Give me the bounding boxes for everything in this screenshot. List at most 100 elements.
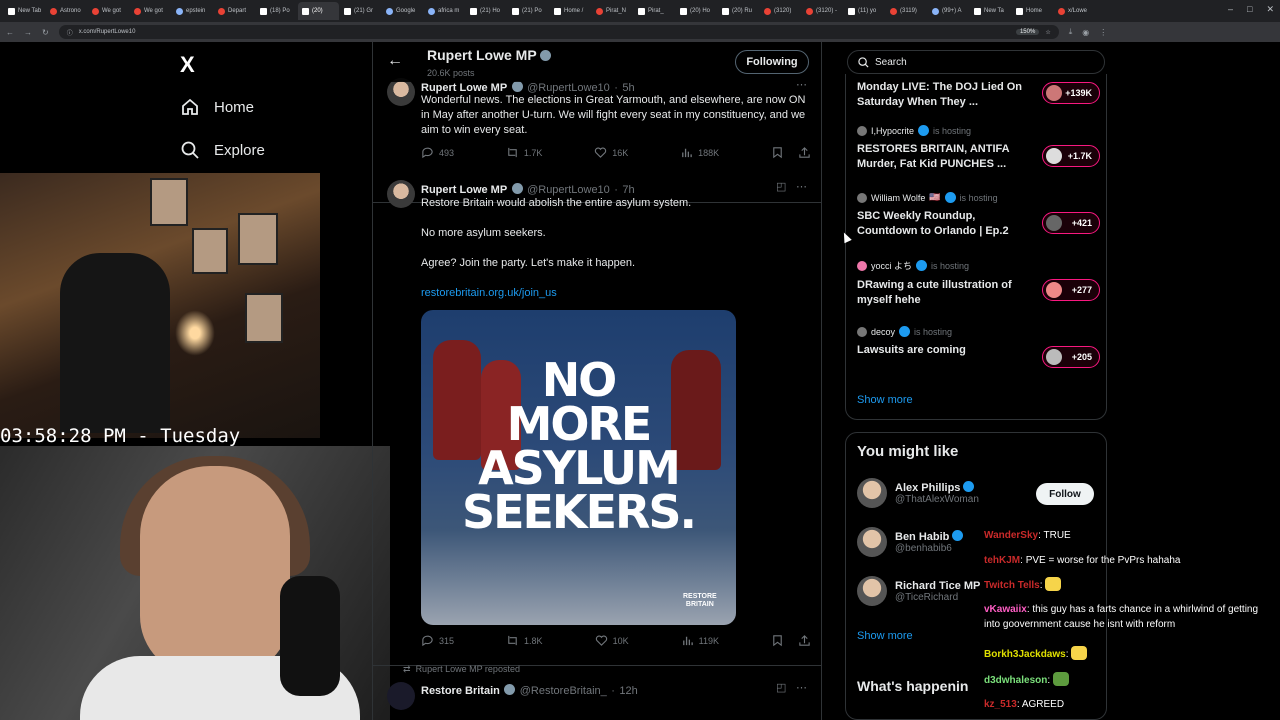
browser-tab[interactable]: (3120): [760, 2, 801, 20]
nav-home[interactable]: Home: [180, 97, 254, 117]
browser-tab[interactable]: x/Lowe: [1054, 2, 1095, 20]
browser-tab[interactable]: New Ta: [970, 2, 1011, 20]
x-logo[interactable]: X: [180, 52, 195, 78]
site-info-icon[interactable]: ⓘ: [67, 28, 73, 37]
zoom-indicator[interactable]: 150%: [1015, 29, 1040, 35]
browser-tab[interactable]: epstein: [172, 2, 213, 20]
grok-icon[interactable]: ◰: [776, 681, 786, 694]
browser-tab[interactable]: (20): [298, 2, 339, 20]
browser-tab[interactable]: Pirat_: [634, 2, 675, 20]
profile-icon[interactable]: ◉: [1082, 28, 1089, 37]
downloads-icon[interactable]: ⤓: [1069, 27, 1073, 37]
avatar[interactable]: [857, 527, 887, 557]
menu-icon[interactable]: ⋮: [1099, 28, 1107, 37]
avatar[interactable]: [387, 682, 415, 710]
more-options-icon[interactable]: ⋯: [796, 681, 807, 694]
address-bar[interactable]: ⓘ x.com/RupertLowe10 150% ☆: [58, 25, 1059, 39]
suggested-account[interactable]: Ben Habib @benhabib6: [857, 527, 964, 557]
bookmark-icon[interactable]: [771, 146, 784, 159]
browser-tab[interactable]: Google: [382, 2, 423, 20]
verified-badge-icon: [899, 326, 911, 337]
more-options-icon[interactable]: ⋯: [796, 180, 807, 193]
browser-tab[interactable]: (21) Po: [508, 2, 549, 20]
browser-tab[interactable]: (3119): [886, 2, 927, 20]
browser-tab[interactable]: New Tab: [4, 2, 45, 20]
show-more-link[interactable]: Show more: [857, 630, 913, 642]
tab-favicon-icon: [428, 7, 435, 15]
forward-icon[interactable]: →: [24, 28, 32, 37]
tweet-media-image[interactable]: NO MORE ASYLUM SEEKERS. RESTORE BRITAIN: [421, 310, 736, 625]
space-listeners-pill[interactable]: +139K: [1042, 82, 1100, 104]
browser-tab[interactable]: Pirat_N: [592, 2, 633, 20]
space-listeners-pill[interactable]: +1.7K: [1042, 145, 1100, 167]
suggested-account[interactable]: Alex Phillips @ThatAlexWoman: [857, 478, 979, 508]
chat-message: vKawaiix: this guy has a farts chance in…: [984, 604, 1259, 630]
maximize-icon[interactable]: □: [1247, 4, 1252, 15]
browser-tab[interactable]: We got: [88, 2, 129, 20]
tab-favicon-icon: [890, 7, 897, 15]
back-icon[interactable]: ←: [6, 28, 14, 37]
tab-label: We got: [102, 8, 121, 14]
avatar[interactable]: [387, 180, 415, 208]
following-button[interactable]: Following: [735, 50, 809, 74]
avatar[interactable]: [857, 478, 887, 508]
tab-label: We got: [144, 8, 163, 14]
views-button[interactable]: 119K: [681, 634, 719, 647]
share-icon[interactable]: [798, 146, 811, 159]
browser-tab[interactable]: Home /: [550, 2, 591, 20]
browser-tab[interactable]: (99+) A: [928, 2, 969, 20]
search-input[interactable]: Search: [847, 50, 1105, 74]
follow-button[interactable]: Follow: [1036, 483, 1094, 505]
space-listeners-pill[interactable]: +277: [1042, 279, 1100, 301]
nav-explore[interactable]: Explore: [180, 140, 265, 160]
reload-icon[interactable]: ↻: [42, 28, 49, 37]
space-listeners-pill[interactable]: +205: [1042, 346, 1100, 368]
browser-tab[interactable]: (18) Po: [256, 2, 297, 20]
back-arrow-icon[interactable]: ←: [387, 52, 403, 70]
browser-tab[interactable]: (21) Gr: [340, 2, 381, 20]
reply-button[interactable]: 315: [421, 634, 454, 647]
browser-tab[interactable]: Depart: [214, 2, 255, 20]
browser-tab[interactable]: (20) Ru: [718, 2, 759, 20]
like-button[interactable]: 10K: [595, 634, 629, 647]
space-item[interactable]: I,Hypocrite is hosting RESTORES BRITAIN, …: [857, 125, 1102, 175]
browser-tab[interactable]: Astrono: [46, 2, 87, 20]
tweet[interactable]: Rupert Lowe MP @RupertLowe10 · 7h ◰ ⋯ Re…: [373, 174, 821, 666]
close-icon[interactable]: ✕: [1266, 4, 1274, 15]
browser-tab[interactable]: (21) Ho: [466, 2, 507, 20]
tab-label: epstein: [186, 8, 206, 14]
bookmark-star-icon[interactable]: ☆: [1045, 29, 1050, 36]
stream-chat-overlay: WanderSky: TRUE tehKJM: PVE = worse for …: [982, 528, 1280, 718]
browser-tab[interactable]: (3120) -: [802, 2, 843, 20]
search-icon: [180, 140, 200, 160]
grok-icon[interactable]: ◰: [776, 180, 786, 193]
views-button[interactable]: 188K: [680, 146, 719, 159]
share-icon[interactable]: [798, 634, 811, 647]
space-item[interactable]: Monday LIVE: The DOJ Lied On Saturday Wh…: [857, 80, 1102, 114]
repost-button[interactable]: 1.7K: [506, 146, 542, 159]
browser-tab[interactable]: We got: [130, 2, 171, 20]
suggested-account[interactable]: Richard Tice MP @TiceRichard: [857, 576, 980, 606]
avatar: [1046, 215, 1062, 231]
bookmark-icon[interactable]: [771, 634, 784, 647]
space-listeners-pill[interactable]: +421: [1042, 212, 1100, 234]
browser-tab[interactable]: (11) yo: [844, 2, 885, 20]
tab-favicon-icon: [92, 7, 99, 15]
reply-button[interactable]: 493: [421, 146, 454, 159]
browser-tab[interactable]: Home: [1012, 2, 1053, 20]
views-chart-icon: [682, 148, 692, 158]
browser-tab[interactable]: (20) Ho: [676, 2, 717, 20]
avatar[interactable]: [387, 78, 415, 106]
space-item[interactable]: yocci よち is hosting DRawing a cute illust…: [857, 259, 1102, 309]
tweet-link[interactable]: restorebritain.org.uk/join_us: [421, 286, 557, 301]
like-button[interactable]: 16K: [594, 146, 628, 159]
space-item[interactable]: decoy is hosting Lawsuits are coming +205: [857, 326, 1102, 368]
chat-message: Twitch Tells:: [984, 577, 1274, 593]
minimize-icon[interactable]: –: [1228, 4, 1233, 15]
show-more-link[interactable]: Show more: [857, 394, 913, 406]
space-item[interactable]: William Wolfe 🇺🇸 is hosting SBC Weekly Rou…: [857, 192, 1102, 242]
tweet[interactable]: ⇄ Rupert Lowe MP reposted Restore Britai…: [373, 662, 821, 720]
repost-button[interactable]: 1.8K: [506, 634, 543, 647]
avatar[interactable]: [857, 576, 887, 606]
browser-tab[interactable]: africa m: [424, 2, 465, 20]
